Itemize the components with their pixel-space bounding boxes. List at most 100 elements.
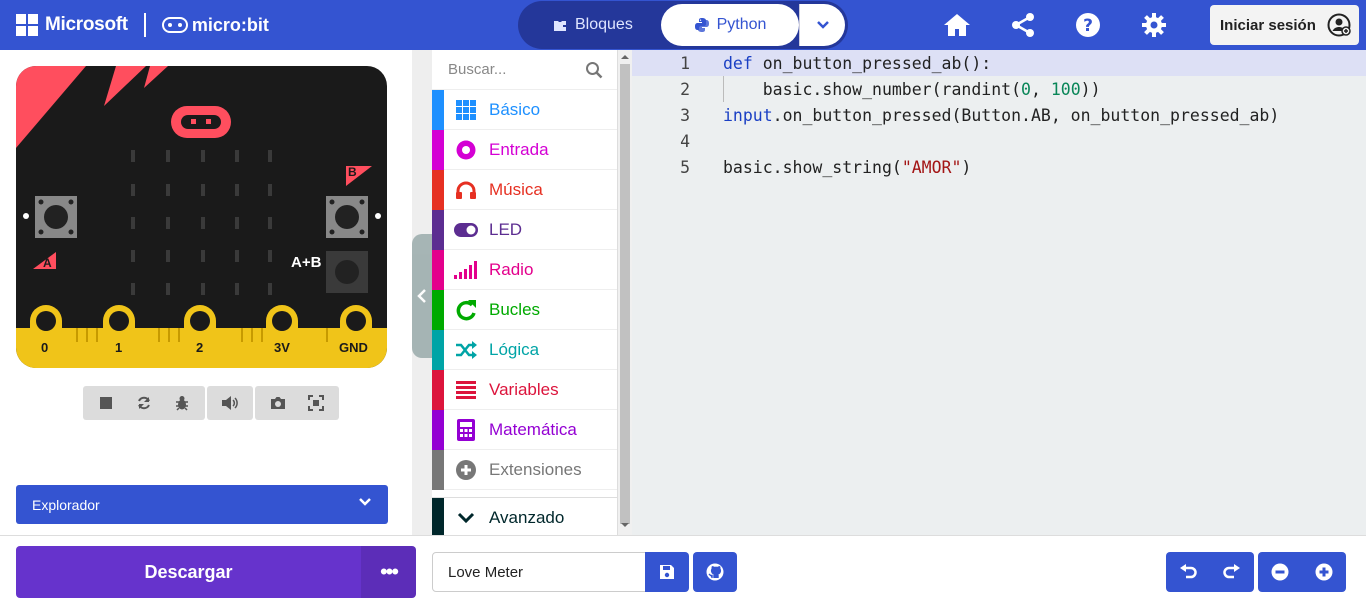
screenshot-button[interactable] [259,386,297,420]
signin-button[interactable]: Iniciar sesión [1210,5,1359,45]
code-token: input [723,105,773,125]
shuffle-icon [454,338,478,362]
category-extensions[interactable]: Extensiones [432,449,617,490]
home-button[interactable] [942,10,972,40]
project-name-input[interactable]: Love Meter [432,552,646,592]
category-led[interactable]: LED [432,209,617,250]
toolbox-scrollbar[interactable] [618,50,632,535]
undo-redo-group [1166,552,1254,592]
calculator-icon [454,418,478,442]
category-loops[interactable]: Bucles [432,289,617,330]
category-color-bar [432,289,444,330]
scroll-down-icon[interactable] [618,520,632,530]
category-label: Básico [489,99,541,119]
code-token: )) [1080,79,1101,99]
zoom-out-icon[interactable] [1271,563,1289,581]
github-button[interactable] [693,552,737,592]
explorer-toggle[interactable]: Explorador [16,485,388,524]
restart-button[interactable] [125,386,163,420]
code-line[interactable]: 2 basic.show_number(randint(0, 100)) [632,76,1366,102]
pin-0-label[interactable]: 0 [41,340,48,355]
pin-2-label[interactable]: 2 [196,340,203,355]
code-line[interactable]: 5 basic.show_string("AMOR") [632,154,1366,180]
category-color-bar [432,449,444,490]
zoom-group [1258,552,1346,592]
category-label: Extensiones [489,459,582,479]
pin-3v-label[interactable]: 3V [274,340,290,355]
stop-button[interactable] [87,386,125,420]
more-icon: ••• [379,559,399,584]
scrollbar-thumb[interactable] [620,64,630,524]
tab-blocks[interactable]: Bloques [552,1,633,49]
code-line[interactable]: 1 def on_button_pressed_ab(): [632,50,1366,76]
category-basic[interactable]: Básico [432,89,617,130]
pin-gnd-label[interactable]: GND [339,340,368,355]
category-advanced[interactable]: Avanzado [432,497,617,535]
brand[interactable]: Microsoft micro:bit [16,13,269,37]
code-line[interactable]: 4 [632,128,1366,154]
tab-python-label: Python [716,16,767,33]
mute-button[interactable] [211,386,249,420]
zoom-in-icon[interactable] [1315,563,1333,581]
fullscreen-button[interactable] [297,386,335,420]
sound-icon [222,396,238,410]
category-label: Matemática [489,419,577,439]
top-bar: Microsoft micro:bit Bloques Python ? Ini… [0,0,1366,50]
indent-guide [723,76,724,102]
toolbox-separator [432,490,617,498]
code-token: 100 [1050,79,1081,99]
category-logic[interactable]: Lógica [432,329,617,370]
sim-run-controls [83,386,205,420]
button-a-label: A [43,256,52,270]
download-button[interactable]: Descargar [16,546,361,598]
microbit-board-graphic [16,66,387,368]
search-icon[interactable] [585,61,603,79]
share-icon [1012,13,1034,37]
debug-icon [176,396,188,411]
line-number: 3 [680,105,690,125]
pin-1-label[interactable]: 1 [115,340,122,355]
scroll-up-icon[interactable] [618,52,632,62]
chevron-left-icon [417,289,426,303]
category-math[interactable]: Matemática [432,409,617,450]
button-ab-label: A+B [291,254,322,271]
debug-button[interactable] [163,386,201,420]
gear-icon [1142,13,1166,37]
category-color-bar [432,129,444,170]
blocks-icon [554,21,566,31]
category-radio[interactable]: Radio [432,249,617,290]
category-color-bar [432,409,444,450]
signal-icon [454,258,478,282]
tab-python[interactable]: Python [661,4,799,46]
language-dropdown[interactable] [799,4,845,46]
category-label: Avanzado [489,507,565,527]
code-line[interactable]: 3 input.on_button_pressed(Button.AB, on_… [632,102,1366,128]
category-label: Lógica [489,339,540,359]
category-variables[interactable]: Variables [432,369,617,410]
headphones-icon [454,178,478,202]
category-label: Música [489,179,543,199]
redo-icon[interactable] [1223,564,1241,580]
search-placeholder: Buscar... [448,61,507,78]
undo-icon[interactable] [1179,564,1197,580]
microbit-logo-icon [161,17,188,33]
category-input[interactable]: Entrada [432,129,617,170]
category-music[interactable]: Música [432,169,617,210]
help-icon: ? [1076,13,1100,37]
settings-button[interactable] [1141,10,1167,40]
download-label: Descargar [144,561,233,582]
code-editor[interactable]: 1 def on_button_pressed_ab(): 2 basic.sh… [632,50,1366,535]
save-button[interactable] [645,552,689,592]
code-token: , [1030,79,1051,99]
toolbox-search[interactable]: Buscar... [432,50,617,90]
category-label: Bucles [489,299,541,319]
help-button[interactable]: ? [1075,10,1101,40]
collapse-simulator-button[interactable] [412,234,432,358]
fullscreen-icon [308,395,324,411]
home-icon [944,14,970,36]
code-token: 0 [1021,79,1031,99]
svg-text:?: ? [1083,16,1093,36]
save-icon [660,565,674,579]
share-button[interactable] [1010,10,1036,40]
download-more-button[interactable]: ••• [361,546,416,598]
